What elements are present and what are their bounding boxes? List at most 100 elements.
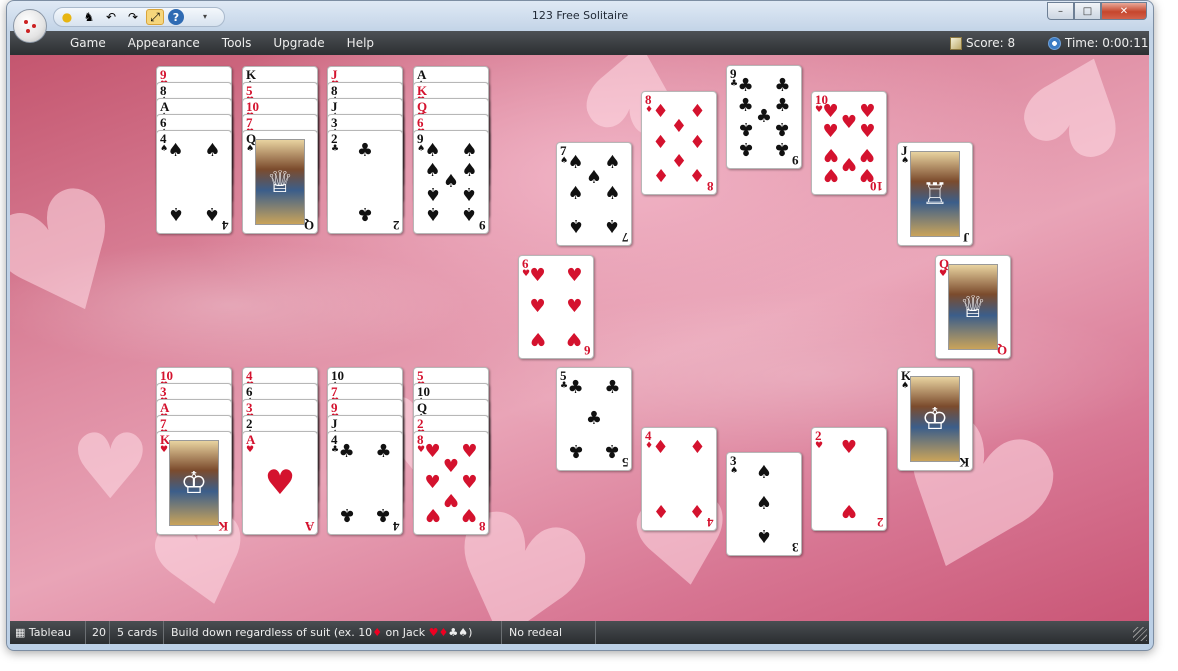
menu-item-upgrade[interactable]: Upgrade [263, 36, 336, 50]
close-button[interactable]: ✕ [1101, 2, 1147, 20]
pip-icon: ♦ [652, 500, 669, 522]
card-rank-bottom: J [962, 230, 970, 245]
card-pips: ♥ ♥ ♥ ♥ ♥ ♥ ♥ ♥ ♥ ♥ [822, 100, 876, 186]
pip-icon: ♦ [689, 500, 706, 522]
playing-card[interactable]: Q ♥ Q ♕ [935, 255, 1011, 359]
pip-icon: ♣ [737, 117, 754, 139]
card-rank-bottom: 4 [221, 218, 229, 233]
menu-list: Game Appearance Tools Upgrade Help [60, 36, 386, 50]
playing-card[interactable]: 2 ♥ 2 ♥ ♥ [811, 427, 887, 531]
playing-card[interactable]: 4 ♠ 4 ♠ ♠ ♠ ♠ [156, 130, 232, 234]
pip-icon: ♣ [774, 138, 791, 160]
hint-icon[interactable]: ♞ [80, 9, 98, 25]
pip-icon: ♣ [774, 95, 791, 117]
new-game-icon[interactable]: ● [58, 9, 76, 25]
playing-card[interactable]: A ♥ A ♥ [242, 431, 318, 535]
playing-card[interactable]: 3 ♠ 3 ♠ ♠ ♠ [726, 452, 802, 556]
pip-icon: ♥ [840, 112, 858, 134]
playing-card[interactable]: 4 ♣ 4 ♣ ♣ ♣ ♣ [327, 431, 403, 535]
card-pips: ♥ ♥ [826, 438, 872, 521]
card-pips: ♣ ♣ ♣ ♣ [338, 440, 392, 526]
autoplay-icon[interactable]: ⤢ [146, 9, 164, 25]
pip-icon: ♠ [755, 493, 773, 514]
pip-icon: ♥ [566, 328, 583, 350]
pip-icon: ♦ [652, 132, 669, 153]
playing-card[interactable]: 4 ♦ 4 ♦ ♦ ♦ ♦ [641, 427, 717, 531]
playing-card[interactable]: Q ♠ Q ♕ [242, 130, 318, 234]
playing-card[interactable]: 7 ♠ 7 ♠ ♠ ♠ ♠ ♠ ♠ ♠ [556, 142, 632, 246]
pip-icon: ♥ [424, 472, 441, 493]
resize-grip[interactable] [1133, 627, 1147, 641]
pip-icon: ♥ [424, 440, 441, 462]
menu-item-tools[interactable]: Tools [212, 36, 264, 50]
pip-icon: ♦ [670, 148, 688, 170]
playing-card[interactable]: 8 ♦ 8 ♦ ♦ ♦ ♦ ♦ ♦ ♦ ♦ [641, 91, 717, 195]
card-suit-icon: ♥ [939, 269, 948, 279]
card-pips: ♣ ♣ ♣ ♣ ♣ ♣ ♣ ♣ ♣ [737, 74, 791, 160]
pip-icon: ♠ [567, 151, 584, 173]
playing-card[interactable]: 9 ♠ 9 ♠ ♠ ♠ ♠ ♠ ♠ ♠ ♠ ♠ [413, 130, 489, 234]
playing-card[interactable]: J ♠ J ♖ [897, 142, 973, 246]
maximize-button[interactable]: □ [1074, 2, 1101, 20]
score-display: Score: 8 [950, 36, 1015, 50]
help-icon[interactable]: ? [168, 9, 184, 25]
court-card-image: ♔ [910, 376, 960, 462]
menu-item-help[interactable]: Help [337, 36, 386, 50]
card-suit-icon: ♠ [246, 144, 255, 154]
pip-icon: ♣ [375, 504, 392, 526]
card-rank-bottom: Q [996, 343, 1007, 358]
pip-icon: ♠ [755, 461, 773, 483]
pip-icon: ♠ [604, 151, 621, 173]
playing-card[interactable]: K ♠ K ♔ [897, 367, 973, 471]
playing-card[interactable]: 8 ♥ 8 ♥ ♥ ♥ ♥ ♥ ♥ ♥ ♥ [413, 431, 489, 535]
pip-icon: ♥ [859, 164, 876, 186]
pip-icon: ♣ [356, 203, 374, 225]
title-bar: 123 Free Solitaire ● ♞ ↶ ↷ ⤢? ▾ – □ ✕ [7, 1, 1153, 31]
pip-icon: ♣ [737, 74, 754, 96]
pip-icon: ♠ [461, 182, 478, 204]
score-label: Score: 8 [966, 36, 1016, 50]
pip-icon: ♠ [585, 167, 603, 189]
pip-icon: ♣ [375, 440, 392, 462]
card-rank-bottom: 3 [791, 540, 799, 555]
menu-item-game[interactable]: Game [60, 36, 118, 50]
card-rank-bottom: Q [303, 218, 314, 233]
playing-card[interactable]: 9 ♣ 9 ♣ ♣ ♣ ♣ ♣ ♣ ♣ ♣ ♣ [726, 65, 802, 169]
card-suit-icon: ♠ [730, 466, 739, 476]
pip-icon: ♥ [822, 143, 839, 165]
pip-icon: ♠ [442, 171, 460, 192]
menu-item-appearance[interactable]: Appearance [118, 36, 212, 50]
pip-icon: ♥ [822, 100, 839, 122]
window-controls: – □ ✕ [1047, 2, 1147, 20]
redo-icon[interactable]: ↷ [124, 9, 142, 25]
background-heart: ♥ [997, 55, 1149, 193]
pip-icon: ♥ [442, 488, 460, 510]
status-game-label: Tableau [28, 626, 72, 639]
playing-card[interactable]: 10 ♥ 10 ♥ ♥ ♥ ♥ ♥ ♥ ♥ ♥ ♥ ♥ [811, 91, 887, 195]
card-pips: ♥ ♥ ♥ ♥ ♥ ♥ ♥ ♥ [424, 440, 478, 525]
status-count: 20 [88, 621, 110, 644]
card-pips: ♦ ♦ ♦ ♦ ♦ ♦ ♦ ♦ [652, 102, 706, 185]
playing-card[interactable]: 5 ♣ 5 ♣ ♣ ♣ ♣ ♣ [556, 367, 632, 471]
card-rank-bottom: 2 [392, 218, 400, 233]
pip-icon: ♥ [840, 152, 858, 174]
playing-card[interactable]: 2 ♣ 2 ♣ ♣ [327, 130, 403, 234]
court-card-image: ♖ [910, 151, 960, 237]
pip-icon: ♣ [338, 440, 355, 462]
pip-icon: ♥ [529, 264, 546, 286]
card-rank-bottom: 4 [706, 515, 714, 530]
quick-access-more-icon[interactable]: ▾ [203, 12, 207, 21]
minimize-button[interactable]: – [1047, 2, 1074, 20]
playing-card[interactable]: K ♥ K ♔ [156, 431, 232, 535]
pip-icon: ♥ [529, 296, 546, 317]
card-pips: ♣ ♣ ♣ ♣ ♣ [568, 378, 621, 461]
card-pips: ♥ [257, 442, 303, 524]
pip-icon: ♣ [774, 117, 791, 139]
pip-icon: ♥ [859, 121, 876, 143]
app-menu-button[interactable] [13, 9, 47, 43]
undo-icon[interactable]: ↶ [102, 9, 120, 25]
rule-mid: on Jack [382, 626, 429, 639]
card-rank-bottom: 7 [621, 230, 629, 245]
playing-card[interactable]: 6 ♥ 6 ♥ ♥ ♥ ♥ ♥ ♥ [518, 255, 594, 359]
background-heart: ♥ [10, 143, 167, 374]
